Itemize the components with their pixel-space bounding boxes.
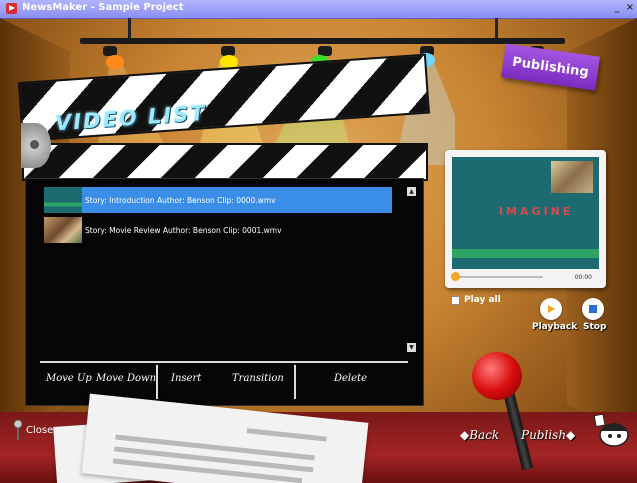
delete-button[interactable]: Delete [334, 373, 367, 384]
preview-image [551, 161, 593, 193]
rig-rope [128, 18, 131, 40]
close-label: Close [26, 424, 54, 436]
preview-panel: IMAGINE 00:00 [445, 150, 606, 288]
publish-button[interactable]: Publish◆ [521, 428, 575, 442]
minimize-button[interactable]: _ [611, 2, 623, 14]
paper-line [112, 458, 303, 483]
clip-thumbnail [44, 217, 82, 243]
back-button[interactable]: ◆Back [460, 428, 499, 442]
preview-band [452, 249, 599, 258]
close-button[interactable]: Close [12, 419, 53, 441]
video-list-panel: Story: Introduction Author: Benson Clip:… [25, 178, 424, 406]
publish-lever[interactable] [472, 352, 522, 400]
play-all-checkbox[interactable] [451, 295, 460, 305]
spotlight-orange-icon [106, 55, 124, 69]
publish-label: Publish [521, 428, 567, 442]
stop-button[interactable] [582, 298, 604, 320]
transition-button[interactable]: Transition [232, 373, 284, 384]
paper-line [246, 428, 327, 442]
back-arrow-icon: ◆ [460, 428, 470, 442]
video-list-item[interactable]: Story: Introduction Author: Benson Clip:… [44, 187, 392, 213]
help-mascot-icon[interactable] [592, 413, 630, 448]
rig-rope [495, 18, 498, 40]
close-window-button[interactable]: × [624, 2, 636, 14]
video-list-item-text: Story: Introduction Author: Benson Clip:… [85, 195, 276, 205]
insert-button[interactable]: Insert [171, 373, 201, 384]
seek-handle[interactable] [451, 272, 460, 281]
newsmaker-window: NewsMaker - Sample Project _ × Publishin… [0, 0, 637, 483]
video-list-item[interactable]: Story: Movie Review Author: Benson Clip:… [44, 217, 392, 243]
button-separator [294, 365, 296, 399]
move-up-button[interactable]: Move Up [46, 373, 92, 384]
video-list: Story: Introduction Author: Benson Clip:… [44, 187, 392, 349]
clip-thumbnail [44, 187, 82, 213]
paper-sheet [81, 393, 369, 483]
playback-label: Playback [532, 322, 578, 332]
video-list-item-text: Story: Movie Review Author: Benson Clip:… [85, 225, 282, 235]
stop-icon [589, 305, 597, 313]
scroll-down-button[interactable]: ▼ [407, 343, 416, 352]
publish-arrow-icon: ◆ [566, 428, 576, 442]
clapper-strip [22, 143, 428, 181]
app-icon [6, 3, 17, 14]
window-title: NewsMaker - Sample Project [22, 2, 184, 13]
close-pin-icon [13, 419, 23, 440]
stop-label: Stop [583, 322, 607, 332]
seek-bar[interactable] [453, 276, 543, 278]
preview-screen: IMAGINE [452, 157, 599, 269]
lighting-rig [80, 38, 565, 44]
back-label: Back [469, 428, 500, 442]
move-down-button[interactable]: Move Down [96, 373, 156, 384]
button-separator [156, 365, 158, 399]
title-bar: NewsMaker - Sample Project _ × [0, 0, 637, 19]
playback-button[interactable] [540, 298, 562, 320]
playback-time: 00:00 [574, 274, 592, 281]
button-bar-divider [40, 361, 408, 363]
scroll-up-button[interactable]: ▲ [407, 187, 416, 196]
clapper-hinge-icon [21, 123, 51, 168]
play-icon [548, 305, 555, 313]
play-all-label: Play all [464, 295, 501, 305]
preview-logo: IMAGINE [499, 205, 574, 218]
play-all-option[interactable]: Play all [451, 295, 501, 305]
